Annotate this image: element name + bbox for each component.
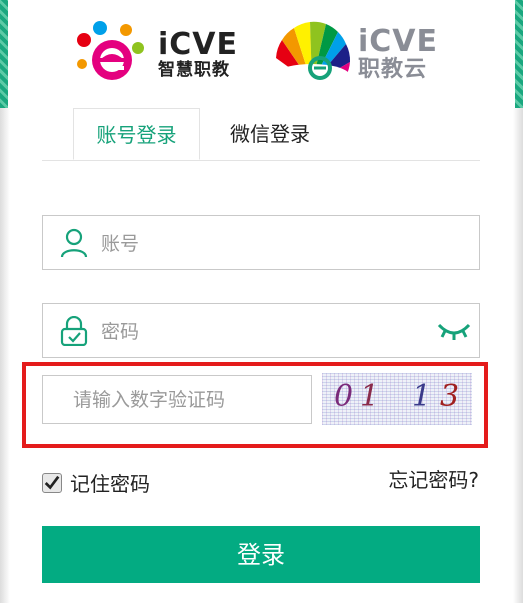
remember-label: 记住密码 xyxy=(70,472,150,496)
zhihui-brand: iCVE 智慧职教 xyxy=(158,26,239,80)
captcha-field[interactable] xyxy=(42,375,312,424)
account-field[interactable] xyxy=(42,215,480,271)
login-button[interactable]: 登录 xyxy=(42,526,480,583)
tab-wechat-login[interactable]: 微信登录 xyxy=(208,108,332,160)
captcha-char: 0 xyxy=(334,379,354,414)
zhihui-zhijiao-logo: iCVE 智慧职教 xyxy=(70,14,238,94)
check-icon xyxy=(44,475,60,490)
zhihui-brand-cn: 智慧职教 xyxy=(158,59,230,80)
zhijiao-yun-logo: iCVE 职教云 xyxy=(270,14,438,94)
tab-account-login[interactable]: 账号登录 xyxy=(73,108,200,160)
captcha-char: 1 xyxy=(360,379,380,414)
zhijiao-yun-brand: iCVE 职教云 xyxy=(358,27,438,81)
captcha-char: 3 xyxy=(440,379,460,414)
right-edge-shade xyxy=(513,108,523,603)
captcha-input[interactable] xyxy=(43,376,311,423)
zhijiao-yun-brand-en: iCVE xyxy=(358,24,439,59)
password-field[interactable] xyxy=(42,303,480,359)
login-tabs: 账号登录 微信登录 xyxy=(42,108,480,161)
zhihui-brand-en: iCVE xyxy=(158,26,239,62)
forgot-password-link[interactable]: 忘记密码? xyxy=(388,464,479,493)
lock-icon xyxy=(60,316,88,346)
left-edge-shade xyxy=(0,108,10,603)
remember-password[interactable]: 记住密码 xyxy=(42,468,150,497)
zhihui-logo-mark xyxy=(77,21,144,80)
zhijiao-yun-logo-mark xyxy=(274,21,351,88)
right-edge-stripe xyxy=(515,0,523,108)
eye-closed-icon[interactable] xyxy=(437,319,471,341)
captcha-char: 1 xyxy=(412,379,432,414)
captcha-image[interactable]: 0 1 1 3 xyxy=(322,373,472,425)
remember-checkbox[interactable] xyxy=(42,472,62,493)
left-edge-stripe xyxy=(0,0,8,108)
zhijiao-yun-brand-cn: 职教云 xyxy=(358,57,428,82)
password-input[interactable] xyxy=(99,304,433,359)
account-input[interactable] xyxy=(99,216,433,271)
user-icon xyxy=(60,228,88,258)
